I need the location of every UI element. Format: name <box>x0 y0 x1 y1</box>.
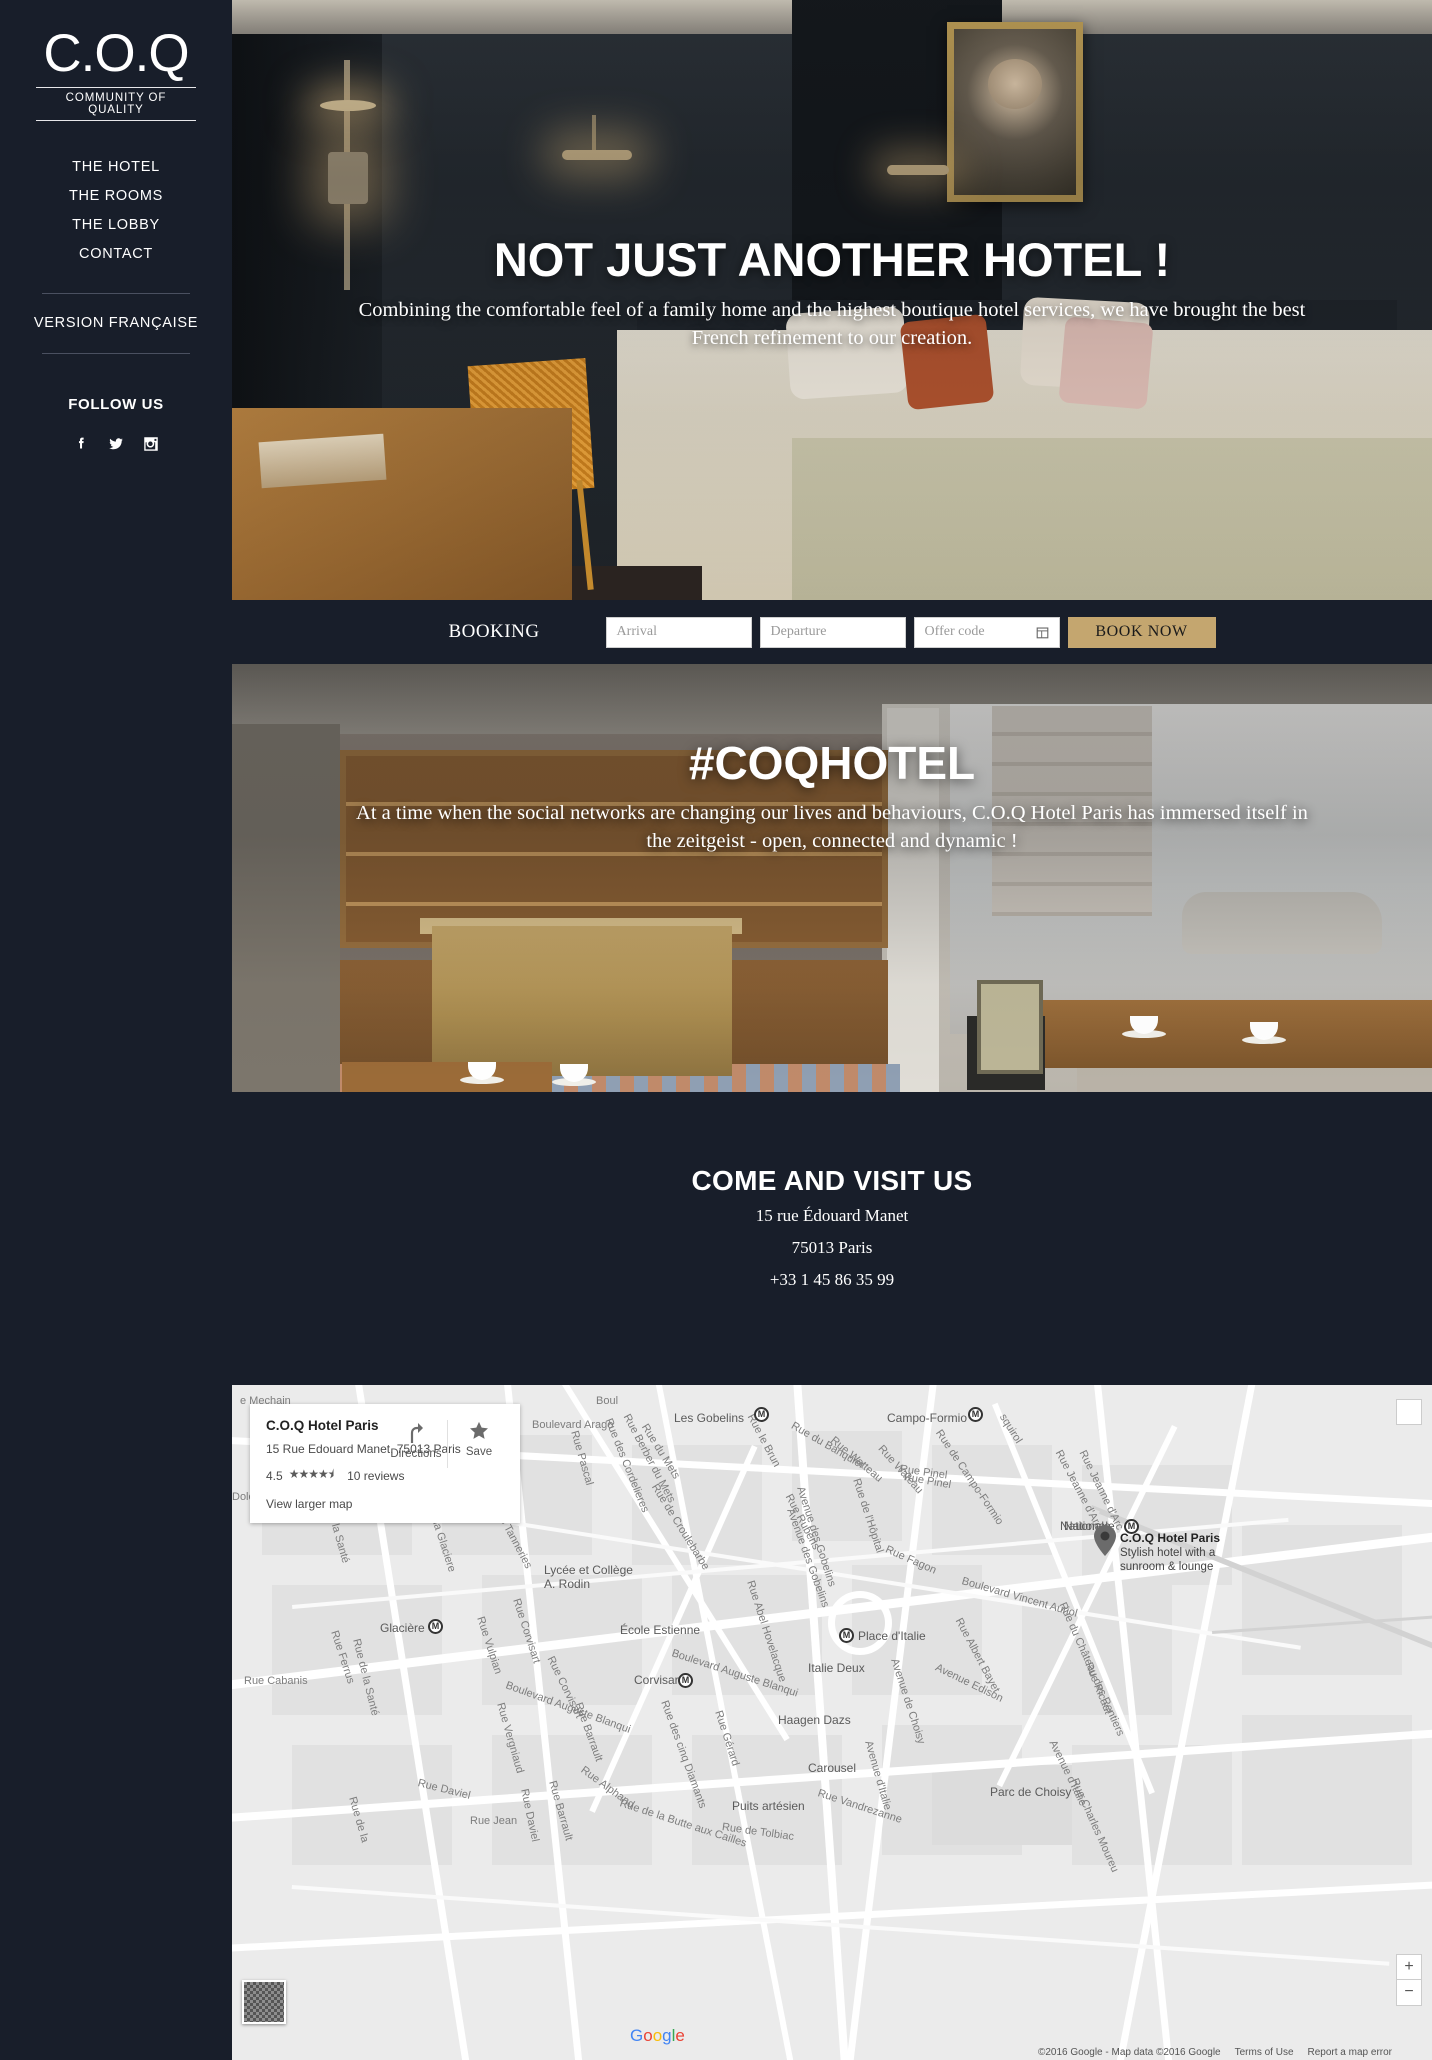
metro-icon-les-gobelins[interactable]: M <box>754 1407 769 1422</box>
metro-icon-campo-formio[interactable]: M <box>968 1407 983 1422</box>
visit-address-line-1: 15 rue Édouard Manet <box>755 1206 909 1225</box>
map-copyright: ©2016 Google - Map data ©2016 Google <box>1037 2046 1221 2058</box>
nav-item-the-rooms[interactable]: THE ROOMS <box>0 182 232 211</box>
hero-section: NOT JUST ANOTHER HOTEL ! Combining the c… <box>232 0 1432 600</box>
zoom-out-button[interactable]: − <box>1396 1980 1422 2006</box>
logo[interactable]: C.O.Q COMMUNITY OF QUALITY <box>36 26 196 121</box>
google-logo[interactable]: Google <box>630 2026 685 2046</box>
sidebar-divider-2 <box>42 352 190 354</box>
map-terms-link[interactable]: Terms of Use <box>1235 2047 1294 2058</box>
map-street-label: Lycée et Collège <box>544 1563 633 1577</box>
nav-item-the-lobby[interactable]: THE LOBBY <box>0 211 232 240</box>
hero-text-block: NOT JUST ANOTHER HOTEL ! Combining the c… <box>232 236 1432 352</box>
language-toggle[interactable]: VERSION FRANÇAISE <box>34 315 198 331</box>
visit-title: COME AND VISIT US <box>691 1165 973 1196</box>
main-content: NOT JUST ANOTHER HOTEL ! Combining the c… <box>232 0 1432 2060</box>
map-street-label: Haagen Dazs <box>778 1713 851 1727</box>
sidebar: C.O.Q COMMUNITY OF QUALITY THE HOTEL THE… <box>0 0 232 2060</box>
map-marker-title: C.O.Q Hotel Paris <box>1120 1531 1221 1545</box>
lobby-title: #COQHOTEL <box>688 737 976 789</box>
nav-item-contact[interactable]: CONTACT <box>0 240 232 269</box>
map-footer: ©2016 Google - Map data ©2016 Google Ter… <box>232 2044 1432 2060</box>
info-card-rating-row: 4.5 ★★★★⯨ 10 reviews <box>266 1465 504 1486</box>
page-root: C.O.Q COMMUNITY OF QUALITY THE HOTEL THE… <box>0 0 1432 2060</box>
logo-divider-bottom <box>36 119 196 121</box>
visit-phone[interactable]: +33 1 45 86 35 99 <box>232 1267 1432 1293</box>
map-street-label: École Estienne <box>620 1623 701 1637</box>
lobby-section: #COQHOTEL At a time when the social netw… <box>232 664 1432 1092</box>
info-card-rating-value: 4.5 <box>266 1468 283 1483</box>
sidebar-divider-1 <box>42 292 190 294</box>
map-street-label: Campo-Formio <box>887 1411 968 1425</box>
map-street-label: A. Rodin <box>544 1577 591 1591</box>
map-street-label: Boul <box>596 1395 619 1407</box>
logo-divider-top <box>36 86 196 88</box>
star-icon <box>470 1421 488 1439</box>
map-street-label: Glacière <box>380 1621 425 1635</box>
info-card-reviews: 10 reviews <box>347 1468 405 1483</box>
save-label: Save <box>465 1446 493 1458</box>
lobby-text-block: #COQHOTEL At a time when the social netw… <box>232 740 1432 855</box>
facebook-icon[interactable] <box>72 435 90 453</box>
metro-icon-corvisart[interactable]: M <box>678 1673 693 1688</box>
map-report-link[interactable]: Report a map error <box>1308 2047 1392 2058</box>
lobby-subtitle: At a time when the social networks are c… <box>356 802 1308 852</box>
visit-address-line-2: 75013 Paris <box>791 1237 873 1257</box>
calendar-icon[interactable] <box>1036 626 1049 639</box>
visit-section: COME AND VISIT US 15 rue Édouard Manet 7… <box>232 1092 1432 1293</box>
book-now-button[interactable]: BOOK NOW <box>1067 616 1216 648</box>
logo-subtitle: COMMUNITY OF QUALITY <box>65 91 167 116</box>
google-logo-o2: o <box>652 2026 663 2045</box>
info-card-actions: Directions Save <box>385 1418 510 1468</box>
map-street-label: Italie Deux <box>808 1661 865 1675</box>
departure-input[interactable]: Departure <box>759 616 906 648</box>
twitter-icon[interactable] <box>107 435 125 453</box>
save-button[interactable]: Save <box>448 1418 510 1458</box>
map-info-card: C.O.Q Hotel Paris 15 Rue Edouard Manet, … <box>250 1404 520 1523</box>
map-marker-label: C.O.Q Hotel Paris Stylish hotel with a s… <box>1120 1531 1220 1574</box>
offer-code-input[interactable]: Offer code <box>913 616 1060 648</box>
hero-title: NOT JUST ANOTHER HOTEL ! <box>493 233 1171 286</box>
map-street-label: Les Gobelins <box>674 1411 745 1425</box>
google-logo-o1: o <box>643 2026 653 2045</box>
map-street-label: Rue Cabanis <box>244 1675 308 1687</box>
social-links <box>72 435 160 453</box>
directions-button[interactable]: Directions <box>385 1418 447 1460</box>
hero-subtitle: Combining the comfortable feel of a fami… <box>358 299 1306 349</box>
map-street-label: Carousel <box>808 1761 857 1775</box>
lobby-overlay <box>232 664 1432 1092</box>
map-marker-desc-2: sunroom & lounge <box>1120 1560 1214 1573</box>
metro-icon-glaciere[interactable]: M <box>428 1619 443 1634</box>
google-logo-g1: G <box>630 2026 644 2045</box>
map-street-label: Rue Jean <box>470 1815 518 1827</box>
booking-bar: BOOKING Arrival Departure Offer code BOO… <box>232 600 1432 664</box>
map-street-label: Puits artésien <box>732 1799 805 1813</box>
street-view-button[interactable] <box>1396 1399 1422 1425</box>
map-street-label: Corvisart <box>634 1673 683 1687</box>
instagram-icon[interactable] <box>142 435 160 453</box>
map-street-label: Parc de Choisy <box>990 1785 1072 1799</box>
map-street-label: Place d'Italie <box>858 1629 926 1643</box>
map-street-label: Boulevard Arago <box>532 1419 614 1431</box>
satellite-thumbnail-button[interactable] <box>242 1980 286 2024</box>
zoom-controls: + − <box>1396 1954 1422 2006</box>
google-map[interactable]: e Mechain Boulevard Arago Rue des Cordelie… <box>232 1385 1432 2060</box>
directions-label: Directions <box>390 1448 442 1460</box>
nav-item-the-hotel[interactable]: THE HOTEL <box>0 153 232 182</box>
map-pin-icon[interactable] <box>1094 1525 1116 1556</box>
follow-us-heading: FOLLOW US <box>68 395 164 413</box>
offer-code-placeholder: Offer code <box>924 624 985 639</box>
booking-label: BOOKING <box>448 621 540 642</box>
view-larger-map-link[interactable]: View larger map <box>266 1497 504 1511</box>
arrival-input[interactable]: Arrival <box>605 616 752 648</box>
map-marker-desc-1: Stylish hotel with a <box>1120 1546 1216 1559</box>
main-nav: THE HOTEL THE ROOMS THE LOBBY CONTACT <box>0 153 232 269</box>
directions-icon <box>410 1423 423 1443</box>
google-logo-e: e <box>675 2026 685 2045</box>
metro-icon-place-ditalie[interactable]: M <box>839 1628 854 1643</box>
google-logo-g2: g <box>662 2026 672 2045</box>
zoom-in-button[interactable]: + <box>1396 1954 1422 1980</box>
logo-title: C.O.Q <box>43 24 189 83</box>
info-card-stars: ★★★★⯨ <box>288 1467 334 1481</box>
